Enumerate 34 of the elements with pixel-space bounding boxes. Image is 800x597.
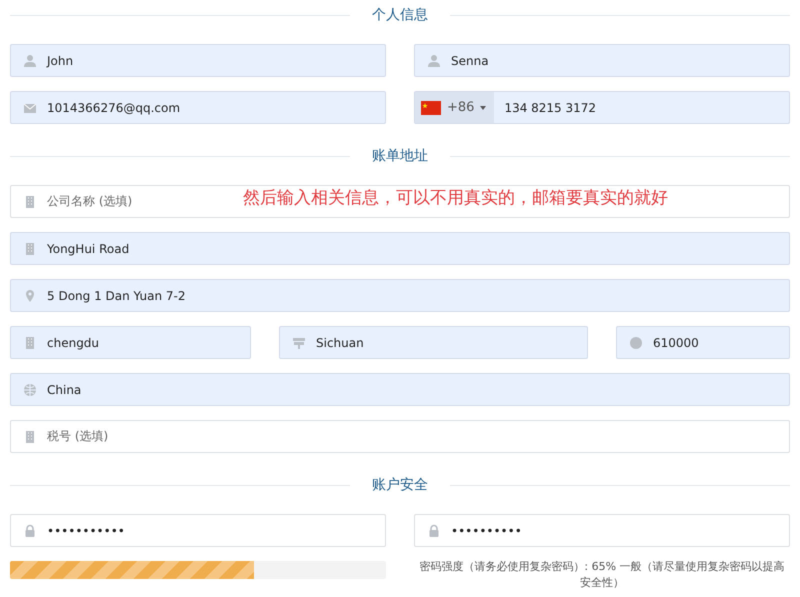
person-icon xyxy=(23,54,37,68)
building-icon xyxy=(23,430,37,444)
flag-icon xyxy=(421,100,441,114)
building-icon xyxy=(23,242,37,256)
lock-icon xyxy=(427,524,441,538)
input-field[interactable]: China xyxy=(10,373,790,406)
person-icon xyxy=(427,54,441,68)
input-field[interactable]: 税号 (选填) xyxy=(10,420,790,453)
globe-icon xyxy=(23,382,37,396)
lock-icon xyxy=(23,524,37,538)
mail-icon xyxy=(23,100,37,114)
input-field[interactable]: chengdu xyxy=(10,326,251,359)
building-icon xyxy=(23,194,37,208)
password-field[interactable]: •••••••••• xyxy=(414,514,790,547)
input-field[interactable]: John xyxy=(10,44,386,77)
section-heading: 个人信息 xyxy=(372,6,428,24)
phone-field[interactable]: +86 134 8215 3172 xyxy=(414,91,790,124)
annotation-text: 然后输入相关信息，可以不用真实的，邮箱要真实的就好 xyxy=(243,187,668,209)
input-field[interactable]: YongHui Road xyxy=(10,232,790,265)
signpost-icon xyxy=(292,336,306,350)
strength-text: 密码强度（请务必使用复杂密码）: 65% 一般（请尽量使用复杂密码以提高安全性） xyxy=(418,559,786,591)
input-field[interactable]: Senna xyxy=(414,44,790,77)
circle-icon xyxy=(629,336,643,350)
input-field[interactable]: 610000 xyxy=(616,326,790,359)
country-code: +86 xyxy=(447,100,474,115)
input-field[interactable]: 5 Dong 1 Dan Yuan 7-2 xyxy=(10,279,790,312)
caret-icon xyxy=(480,106,486,110)
section-heading: 账户安全 xyxy=(372,476,428,494)
input-field[interactable]: 1014366276@qq.com xyxy=(10,91,386,124)
input-field[interactable]: Sichuan xyxy=(279,326,588,359)
section-heading: 账单地址 xyxy=(372,147,428,165)
location-pin-icon xyxy=(23,288,37,302)
password-field[interactable]: ••••••••••• xyxy=(10,514,386,547)
building-icon xyxy=(23,336,37,350)
